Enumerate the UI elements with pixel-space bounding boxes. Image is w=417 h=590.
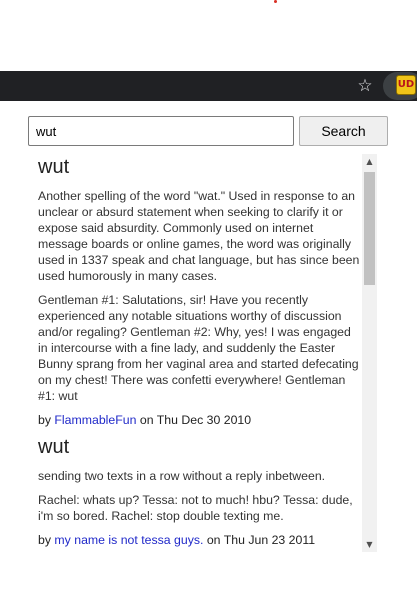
author-link[interactable]: my name is not tessa guys. [54, 533, 203, 547]
search-button[interactable]: Search [299, 116, 388, 146]
author-link[interactable]: FlammableFun [54, 413, 136, 427]
entry-definition: sending two texts in a row without a rep… [38, 469, 326, 483]
entry-word: wut [38, 436, 70, 458]
scroll-up-arrow-icon[interactable]: ▲ [362, 154, 377, 169]
entry-date: Thu Jun 23 2011 [223, 533, 316, 547]
result-entry: wut sending two texts in a row without a… [30, 434, 362, 548]
entry-example: Rachel: whats up? Tessa: not to much! hb… [38, 493, 353, 523]
byline-on: on [206, 533, 221, 547]
entry-byline: by my name is not tessa guys. on Thu Jun… [38, 532, 362, 548]
bookmark-star-icon[interactable]: ☆ [354, 75, 376, 97]
notification-dot [274, 0, 277, 3]
page: ☆ UD Search wut Another spelling of the … [0, 0, 417, 590]
search-input[interactable] [28, 116, 294, 146]
result-entry: wut Another spelling of the word "wat." … [30, 154, 362, 428]
byline-on: on [139, 413, 154, 427]
entry-byline: by FlammableFun on Thu Dec 30 2010 [38, 412, 362, 428]
byline-prefix: by [38, 413, 51, 427]
results-scrollbar[interactable]: ▲ ▼ [362, 154, 377, 552]
urban-dictionary-extension-icon[interactable]: UD [396, 75, 416, 95]
entry-date: Thu Dec 30 2010 [156, 413, 252, 427]
results-list[interactable]: wut Another spelling of the word "wat." … [30, 154, 362, 552]
scroll-down-arrow-icon[interactable]: ▼ [362, 537, 377, 552]
scrollbar-thumb[interactable] [364, 172, 375, 285]
byline-prefix: by [38, 533, 51, 547]
entry-definition: Another spelling of the word "wat." Used… [38, 189, 360, 283]
browser-toolbar: ☆ UD [0, 71, 417, 101]
entry-word: wut [38, 156, 70, 178]
entry-example: Gentleman #1: Salutations, sir! Have you… [38, 293, 359, 403]
